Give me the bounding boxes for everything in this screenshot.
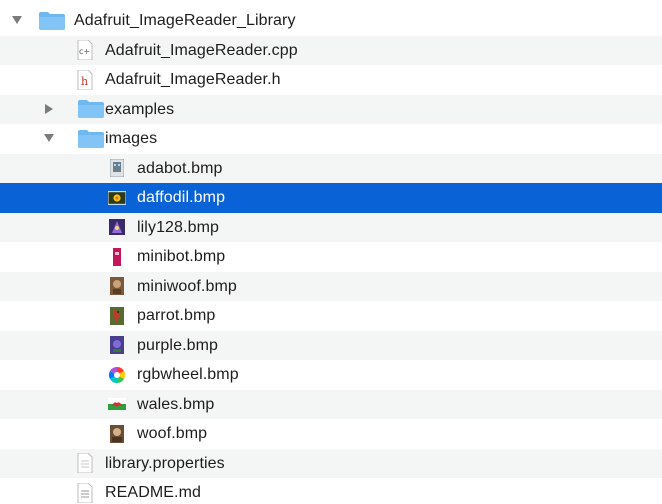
lily-thumbnail-icon <box>108 218 126 236</box>
tree-row-examples-folder[interactable]: examples <box>0 94 662 124</box>
tree-row-bmp-file[interactable]: woof.bmp <box>0 419 662 449</box>
tree-row-cpp-file[interactable]: c+ Adafruit_ImageReader.cpp <box>0 35 662 65</box>
tree-row-bmp-file[interactable]: parrot.bmp <box>0 301 662 331</box>
tree-row-bmp-file[interactable]: purple.bmp <box>0 330 662 360</box>
tree-item-label: parrot.bmp <box>137 307 216 324</box>
tree-item-label: wales.bmp <box>137 395 215 413</box>
disclosure-expanded-icon[interactable] <box>42 132 56 146</box>
svg-text:h: h <box>81 75 88 88</box>
folder-icon <box>77 129 105 148</box>
disclosure-collapsed-icon[interactable] <box>42 102 56 116</box>
tree-row-bmp-file[interactable]: lily128.bmp <box>0 212 662 242</box>
tree-item-label: images <box>105 130 158 147</box>
tree-row-properties-file[interactable]: library.properties <box>0 448 662 478</box>
tree-row-bmp-file[interactable]: wales.bmp <box>0 389 662 419</box>
tree-row-readme-file[interactable]: README.md <box>0 478 662 504</box>
minibot-thumbnail-icon <box>108 247 126 266</box>
tree-row-images-folder[interactable]: images <box>0 124 662 154</box>
purple-thumbnail-icon <box>108 336 126 355</box>
tree-row-bmp-file[interactable]: minibot.bmp <box>0 242 662 272</box>
tree-item-label: examples <box>105 100 175 118</box>
tree-item-label: lily128.bmp <box>137 218 220 236</box>
tree-row-bmp-file[interactable]: miniwoof.bmp <box>0 271 662 301</box>
tree-item-label: miniwoof.bmp <box>137 277 237 295</box>
tree-item-label: rgbwheel.bmp <box>137 366 239 383</box>
folder-icon <box>77 100 105 119</box>
tree-item-label: Adafruit_ImageReader.h <box>105 71 281 88</box>
tree-row-bmp-file[interactable]: adabot.bmp <box>0 153 662 183</box>
tree-item-label: README.md <box>105 484 202 501</box>
tree-row-root-folder[interactable]: Adafruit_ImageReader_Library <box>0 6 662 36</box>
parrot-thumbnail-icon <box>108 306 126 325</box>
disclosure-expanded-icon[interactable] <box>10 14 24 28</box>
tree-item-label: daffodil.bmp <box>137 189 226 206</box>
adabot-thumbnail-icon <box>108 159 126 178</box>
tree-item-label: Adafruit_ImageReader.cpp <box>105 41 298 59</box>
tree-row-bmp-file-selected[interactable]: daffodil.bmp <box>0 183 662 213</box>
tree-item-label: minibot.bmp <box>137 248 226 265</box>
tree-row-h-file[interactable]: h Adafruit_ImageReader.h <box>0 65 662 95</box>
wales-flag-thumbnail-icon <box>108 395 126 413</box>
cpp-file-icon: c+ <box>77 40 93 61</box>
daffodil-thumbnail-icon <box>108 189 126 207</box>
tree-item-label: library.properties <box>105 454 225 472</box>
folder-icon <box>38 11 66 30</box>
rgbwheel-thumbnail-icon <box>108 366 126 384</box>
woof-thumbnail-icon <box>108 424 126 443</box>
text-file-icon <box>77 453 93 474</box>
tree-item-label: adabot.bmp <box>137 159 223 177</box>
tree-item-label: Adafruit_ImageReader_Library <box>74 12 296 29</box>
tree-item-label: woof.bmp <box>137 425 208 442</box>
svg-text:c+: c+ <box>79 47 90 56</box>
text-file-icon <box>77 482 93 503</box>
tree-item-label: purple.bmp <box>137 336 219 354</box>
file-tree: Adafruit_ImageReader_Library c+ Adafruit… <box>0 0 662 504</box>
h-file-icon: h <box>77 69 93 90</box>
tree-row-bmp-file[interactable]: rgbwheel.bmp <box>0 360 662 390</box>
miniwoof-thumbnail-icon <box>108 277 126 296</box>
